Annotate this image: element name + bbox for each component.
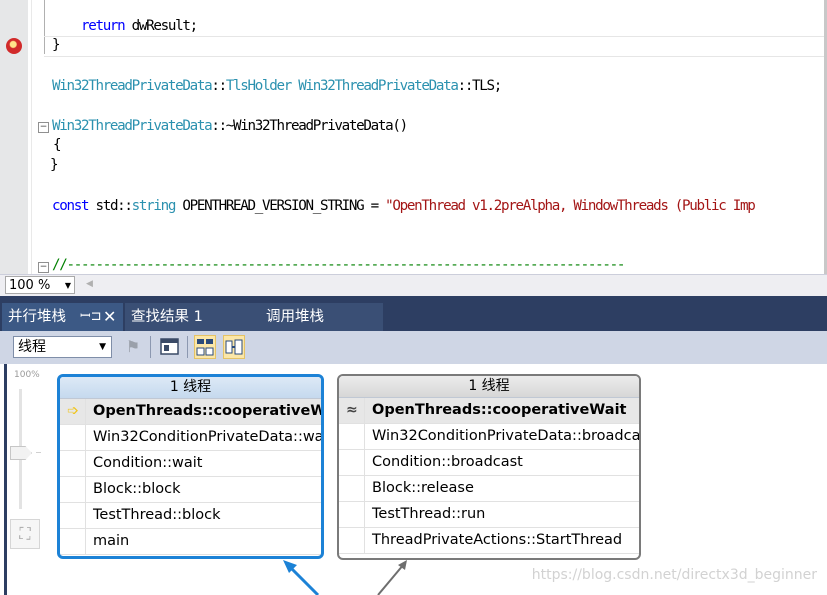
- stack-frame[interactable]: Condition::wait: [60, 451, 321, 477]
- stack-frame[interactable]: ThreadPrivateActions::StartThread: [339, 528, 639, 554]
- zoom-value: 100 %: [9, 278, 51, 293]
- gutter-divider: [31, 0, 32, 274]
- code-line-tls[interactable]: Win32ThreadPrivateData::TlsHolder Win32T…: [52, 77, 503, 96]
- stack-frame[interactable]: Win32ConditionPrivateData::broadcast: [339, 424, 639, 450]
- editor-status-bar: 100 % ▼ ◀: [0, 274, 827, 297]
- frame-label: Win32ConditionPrivateData::broadcast: [372, 428, 641, 444]
- pin-icon[interactable]: ꟷ⊐: [80, 303, 101, 331]
- frame-label: OpenThreads::cooperativeWait: [93, 403, 324, 419]
- flag-threads-button[interactable]: ⚑: [122, 335, 144, 359]
- return-rest: dwResult;: [124, 18, 198, 34]
- method-view-button[interactable]: [159, 335, 181, 359]
- frame-label: OpenThreads::cooperativeWait: [372, 402, 627, 418]
- type-name: Win32ThreadPrivateData: [52, 78, 213, 94]
- watermark-text: https://blog.csdn.net/directx3d_beginner: [531, 567, 817, 583]
- view-mode-dropdown[interactable]: 线程 ▼: [13, 336, 112, 358]
- variable-name: OPENTHREAD_VERSION_STRING =: [175, 198, 386, 214]
- auto-scroll-icon: [225, 339, 243, 355]
- scroll-left-icon[interactable]: ◀: [86, 279, 93, 289]
- stack-frame[interactable]: Block::block: [60, 477, 321, 503]
- frame-label: TestThread::block: [93, 507, 221, 523]
- tab-call-stack[interactable]: 调用堆栈: [258, 303, 385, 331]
- fold-toggle-icon[interactable]: −: [38, 262, 49, 273]
- type-string: string: [131, 198, 177, 214]
- fit-icon: ⛶: [19, 524, 31, 543]
- code-line-comment[interactable]: //--------------------------------------…: [52, 256, 625, 274]
- stack-frame[interactable]: main: [60, 529, 321, 555]
- auto-scroll-button[interactable]: [223, 335, 245, 359]
- view-mode-value: 线程: [18, 339, 46, 355]
- current-line-highlight: [44, 36, 824, 57]
- code-line-version-string[interactable]: const std::string OPENTHREAD_VERSION_STR…: [52, 197, 756, 216]
- code-line-destructor[interactable]: Win32ThreadPrivateData::~Win32ThreadPriv…: [52, 117, 408, 136]
- parallel-stacks-diagram[interactable]: 100% ⛶ 1 线程 ➩ OpenThreads::cooperativeWai…: [0, 364, 827, 595]
- stack-frame[interactable]: TestThread::block: [60, 503, 321, 529]
- edge-arrow-main: [285, 562, 320, 595]
- method-view-icon: [160, 338, 179, 355]
- stack-frame[interactable]: ➩ OpenThreads::cooperativeWait: [60, 399, 321, 425]
- stack-node-main-thread[interactable]: 1 线程 ➩ OpenThreads::cooperativeWait Win32…: [57, 374, 324, 559]
- toolbar-separator: [150, 336, 151, 358]
- close-icon[interactable]: ✕: [103, 303, 116, 331]
- arrowhead-icon: [398, 560, 407, 570]
- zoom-slider-thumb[interactable]: [10, 446, 32, 460]
- code-editor[interactable]: return dwResult; } Win32ThreadPrivateDat…: [0, 0, 827, 274]
- code-line-close-brace[interactable]: }: [52, 36, 61, 55]
- tool-window-tab-strip: 查找结果 1 调用堆栈 并行堆栈 ꟷ⊐ ✕: [0, 296, 827, 331]
- destructor-name: ::~Win32ThreadPrivateData(): [211, 118, 408, 134]
- flag-icon: ⚑: [125, 337, 141, 356]
- string-literal: "OpenThread v1.2preAlpha, WindowThreads …: [385, 198, 756, 214]
- chevron-down-icon: ▼: [64, 281, 71, 290]
- stack-frame[interactable]: Condition::broadcast: [339, 450, 639, 476]
- keyword-const: const: [52, 198, 90, 214]
- thread-count-header: 1 线程: [60, 377, 321, 399]
- stack-frame[interactable]: ≈ OpenThreads::cooperativeWait: [339, 398, 639, 424]
- frame-label: Block::block: [93, 481, 181, 497]
- type-name: TlsHolder: [225, 78, 292, 94]
- zoom-tick: [36, 452, 41, 453]
- frame-label: Win32ConditionPrivateData::wait: [93, 429, 324, 445]
- stack-frame[interactable]: Win32ConditionPrivateData::wait: [60, 425, 321, 451]
- toggle-top-down-button[interactable]: [194, 335, 216, 359]
- toolbar-separator: [187, 336, 188, 358]
- code-line-close-brace-2[interactable]: }: [50, 156, 59, 175]
- type-name: Win32ThreadPrivateData: [52, 118, 213, 134]
- tab-label: 调用堆栈: [266, 309, 324, 325]
- zoom-percent-label: 100%: [14, 370, 40, 380]
- breakpoint-icon[interactable]: [6, 38, 22, 54]
- tab-label: 查找结果 1: [131, 309, 203, 325]
- stack-frame[interactable]: TestThread::run: [339, 502, 639, 528]
- frame-label: ThreadPrivateActions::StartThread: [372, 532, 623, 548]
- left-edge-bar: [4, 364, 7, 595]
- stack-layout-icon: [196, 339, 214, 356]
- thread-switch-icon: ≈: [346, 402, 358, 418]
- stack-frame[interactable]: Block::release: [339, 476, 639, 502]
- current-frame-arrow-icon: ➩: [67, 403, 79, 419]
- frame-label: TestThread::run: [372, 506, 486, 522]
- frame-label: Block::release: [372, 480, 474, 496]
- frame-label: Condition::wait: [93, 455, 203, 471]
- scope-operator: ::: [211, 78, 227, 94]
- member-name: ::TLS;: [457, 78, 503, 94]
- frame-label: main: [93, 533, 130, 549]
- tab-parallel-stacks[interactable]: 并行堆栈 ꟷ⊐ ✕: [2, 303, 123, 331]
- edge-arrow-worker: [377, 563, 405, 595]
- parallel-stacks-toolbar: 线程 ▼ ⚑: [0, 331, 827, 364]
- namespace-std: std::: [88, 198, 133, 214]
- code-line-open-brace[interactable]: {: [53, 136, 62, 155]
- type-name: Win32ThreadPrivateData: [298, 78, 459, 94]
- stack-node-worker-thread[interactable]: 1 线程 ≈ OpenThreads::cooperativeWait Win32…: [337, 374, 641, 560]
- zoom-dropdown[interactable]: 100 % ▼: [5, 276, 75, 294]
- keyword-return: return: [80, 18, 126, 34]
- arrowhead-icon: [283, 560, 297, 573]
- frame-label: Condition::broadcast: [372, 454, 523, 470]
- tab-label: 并行堆栈: [8, 309, 66, 325]
- thread-count-header: 1 线程: [339, 376, 639, 398]
- fold-toggle-icon[interactable]: −: [38, 122, 49, 133]
- code-line-return[interactable]: return dwResult;: [52, 17, 198, 36]
- fit-to-window-button[interactable]: ⛶: [10, 519, 40, 549]
- chevron-down-icon: ▼: [99, 342, 106, 352]
